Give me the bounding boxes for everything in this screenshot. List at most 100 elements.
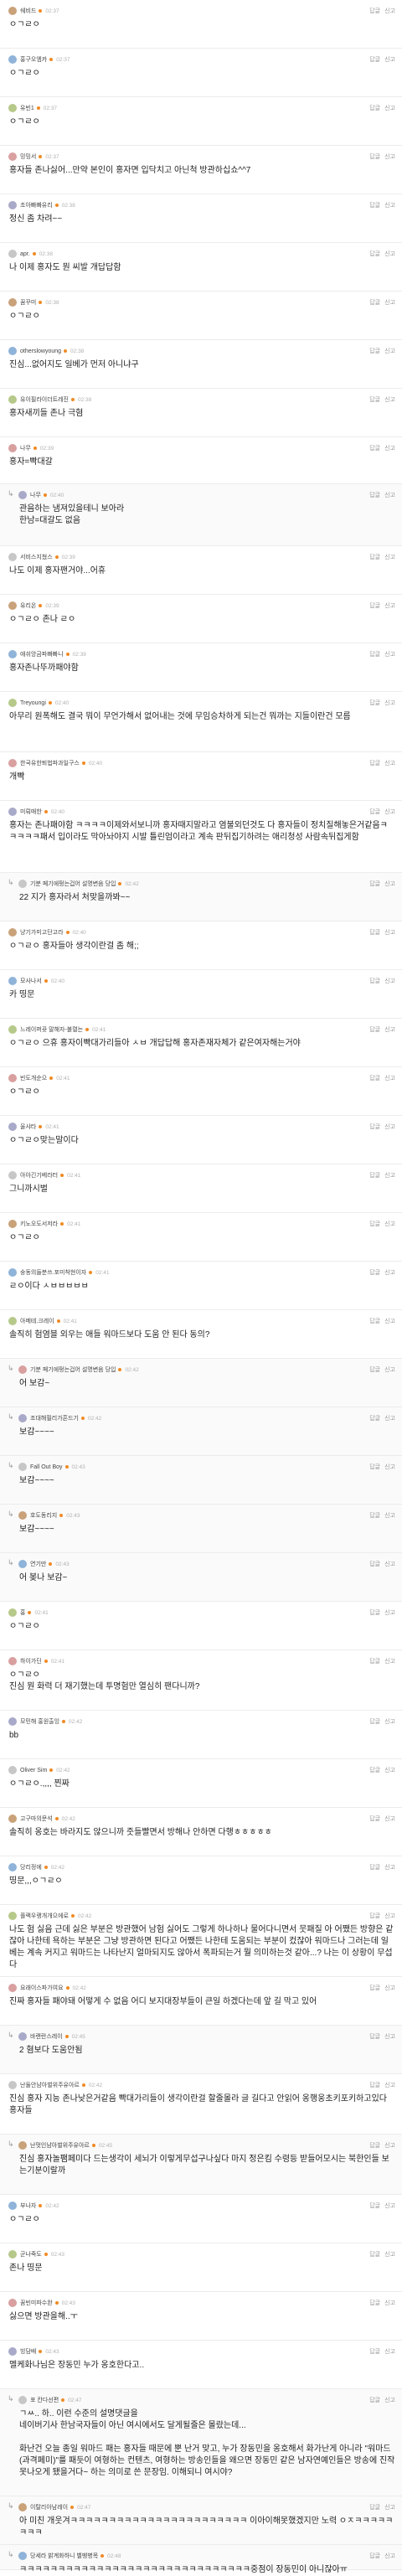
report-button[interactable]: 신고 bbox=[384, 1815, 395, 1823]
avatar[interactable] bbox=[8, 2250, 17, 2259]
report-button[interactable]: 신고 bbox=[384, 1268, 395, 1277]
avatar[interactable] bbox=[18, 2552, 27, 2560]
reply-button[interactable]: 답글 bbox=[369, 2552, 380, 2560]
comment-nickname[interactable]: 유이필라이더트레진 bbox=[20, 395, 69, 404]
report-button[interactable]: 신고 bbox=[384, 2141, 395, 2150]
comment-nickname[interactable]: 유리온 bbox=[20, 601, 36, 610]
report-button[interactable]: 신고 bbox=[384, 1074, 395, 1082]
report-button[interactable]: 신고 bbox=[384, 2503, 395, 2511]
comment-nickname[interactable]: 아메테.크레이 bbox=[20, 1317, 54, 1325]
reply-button[interactable]: 답글 bbox=[369, 201, 380, 209]
comment-nickname[interactable]: 나무 bbox=[20, 444, 31, 452]
report-button[interactable]: 신고 bbox=[384, 1365, 395, 1374]
report-button[interactable]: 신고 bbox=[384, 491, 395, 499]
reply-button[interactable]: 답글 bbox=[369, 1074, 380, 1082]
comment-nickname[interactable]: 유빈1 bbox=[20, 104, 34, 112]
avatar[interactable] bbox=[8, 928, 17, 937]
reply-button[interactable]: 답글 bbox=[369, 1912, 380, 1920]
reply-button[interactable]: 답글 bbox=[369, 553, 380, 561]
avatar[interactable] bbox=[18, 2141, 27, 2150]
avatar[interactable] bbox=[8, 7, 17, 15]
avatar[interactable] bbox=[8, 808, 17, 816]
reply-button[interactable]: 답글 bbox=[369, 1123, 380, 1131]
comment-nickname[interactable]: 조대해필리가흔드기 bbox=[30, 1414, 79, 1422]
report-button[interactable]: 신고 bbox=[384, 298, 395, 307]
reply-button[interactable]: 답글 bbox=[369, 2250, 380, 2259]
comment-nickname[interactable]: 아아긴기베라터 bbox=[20, 1171, 58, 1180]
avatar[interactable] bbox=[8, 1171, 17, 1180]
report-button[interactable]: 신고 bbox=[384, 2552, 395, 2560]
report-button[interactable]: 신고 bbox=[384, 2396, 395, 2404]
reply-button[interactable]: 답글 bbox=[369, 2347, 380, 2356]
report-button[interactable]: 신고 bbox=[384, 444, 395, 452]
avatar[interactable] bbox=[8, 2299, 17, 2307]
avatar[interactable] bbox=[8, 55, 17, 64]
avatar[interactable] bbox=[8, 1912, 17, 1920]
report-button[interactable]: 신고 bbox=[384, 1317, 395, 1325]
report-button[interactable]: 신고 bbox=[384, 601, 395, 610]
comment-nickname[interactable]: 꿈꾸미 bbox=[20, 298, 36, 307]
report-button[interactable]: 신고 bbox=[384, 2299, 395, 2307]
avatar[interactable] bbox=[18, 2032, 27, 2041]
comment-nickname[interactable]: Oliver Sim bbox=[20, 1768, 47, 1773]
report-button[interactable]: 신고 bbox=[384, 347, 395, 355]
reply-button[interactable]: 답글 bbox=[369, 1171, 380, 1180]
reply-button[interactable]: 답글 bbox=[369, 650, 380, 658]
comment-nickname[interactable]: 바랜란스레이 bbox=[30, 2032, 63, 2041]
avatar[interactable] bbox=[8, 1766, 17, 1774]
report-button[interactable]: 신고 bbox=[384, 2202, 395, 2210]
reply-button[interactable]: 답글 bbox=[369, 1025, 380, 1034]
reply-button[interactable]: 답글 bbox=[369, 1560, 380, 1568]
avatar[interactable] bbox=[8, 601, 17, 610]
reply-button[interactable]: 답글 bbox=[369, 1657, 380, 1665]
reply-button[interactable]: 답글 bbox=[369, 880, 380, 888]
avatar[interactable] bbox=[8, 104, 17, 112]
avatar[interactable] bbox=[8, 2081, 17, 2089]
comment-nickname[interactable]: 요래이스파가여요 bbox=[20, 1984, 64, 1992]
reply-button[interactable]: 답글 bbox=[369, 7, 380, 15]
comment-nickname[interactable]: 난멋인남아벌위주유아르 bbox=[30, 2141, 90, 2150]
avatar[interactable] bbox=[8, 1815, 17, 1823]
comment-nickname[interactable]: 이탈리아남레이 bbox=[30, 2503, 68, 2511]
comment-nickname[interactable]: 쉐비드 bbox=[20, 7, 36, 15]
reply-button[interactable]: 답글 bbox=[369, 491, 380, 499]
avatar[interactable] bbox=[8, 1074, 17, 1082]
comment-nickname[interactable]: 군나죽도 bbox=[20, 2250, 42, 2259]
avatar[interactable] bbox=[8, 395, 17, 404]
comment-nickname[interactable]: 빈도개순으 bbox=[20, 1074, 47, 1082]
report-button[interactable]: 신고 bbox=[384, 699, 395, 707]
avatar[interactable] bbox=[8, 1025, 17, 1034]
reply-button[interactable]: 답글 bbox=[369, 2202, 380, 2210]
report-button[interactable]: 신고 bbox=[384, 1717, 395, 1726]
report-button[interactable]: 신고 bbox=[384, 1414, 395, 1422]
reply-button[interactable]: 답글 bbox=[369, 2396, 380, 2404]
report-button[interactable]: 신고 bbox=[384, 1171, 395, 1180]
comment-nickname[interactable]: 키노오도서저라 bbox=[20, 1220, 58, 1228]
avatar[interactable] bbox=[8, 1608, 17, 1617]
comment-nickname[interactable]: Fall Out Boy bbox=[30, 1464, 63, 1470]
report-button[interactable]: 신고 bbox=[384, 2032, 395, 2041]
reply-button[interactable]: 답글 bbox=[369, 1815, 380, 1823]
reply-button[interactable]: 답글 bbox=[369, 2141, 380, 2150]
comment-nickname[interactable]: 조아빠빠유리 bbox=[20, 201, 53, 209]
reply-button[interactable]: 답글 bbox=[369, 1220, 380, 1228]
comment-nickname[interactable]: 울샤타 bbox=[20, 1123, 36, 1131]
comment-nickname[interactable]: 미뤄매한 bbox=[20, 808, 42, 816]
avatar[interactable] bbox=[18, 2503, 27, 2511]
avatar[interactable] bbox=[8, 1123, 17, 1131]
avatar[interactable] bbox=[8, 298, 17, 307]
reply-button[interactable]: 답글 bbox=[369, 298, 380, 307]
report-button[interactable]: 신고 bbox=[384, 2081, 395, 2089]
avatar[interactable] bbox=[8, 1717, 17, 1726]
reply-button[interactable]: 답글 bbox=[369, 1608, 380, 1617]
avatar[interactable] bbox=[8, 1657, 17, 1665]
comment-nickname[interactable]: 기분 페기에펑는겁어 설명변음 당입 bbox=[30, 1365, 116, 1374]
avatar[interactable] bbox=[8, 2202, 17, 2210]
report-button[interactable]: 신고 bbox=[384, 880, 395, 888]
report-button[interactable]: 신고 bbox=[384, 1511, 395, 1520]
report-button[interactable]: 신고 bbox=[384, 1766, 395, 1774]
reply-button[interactable]: 답글 bbox=[369, 152, 380, 161]
comment-nickname[interactable]: 밍밍서 bbox=[20, 152, 36, 161]
comment-nickname[interactable]: 나무 bbox=[30, 491, 41, 499]
avatar[interactable] bbox=[18, 880, 27, 888]
